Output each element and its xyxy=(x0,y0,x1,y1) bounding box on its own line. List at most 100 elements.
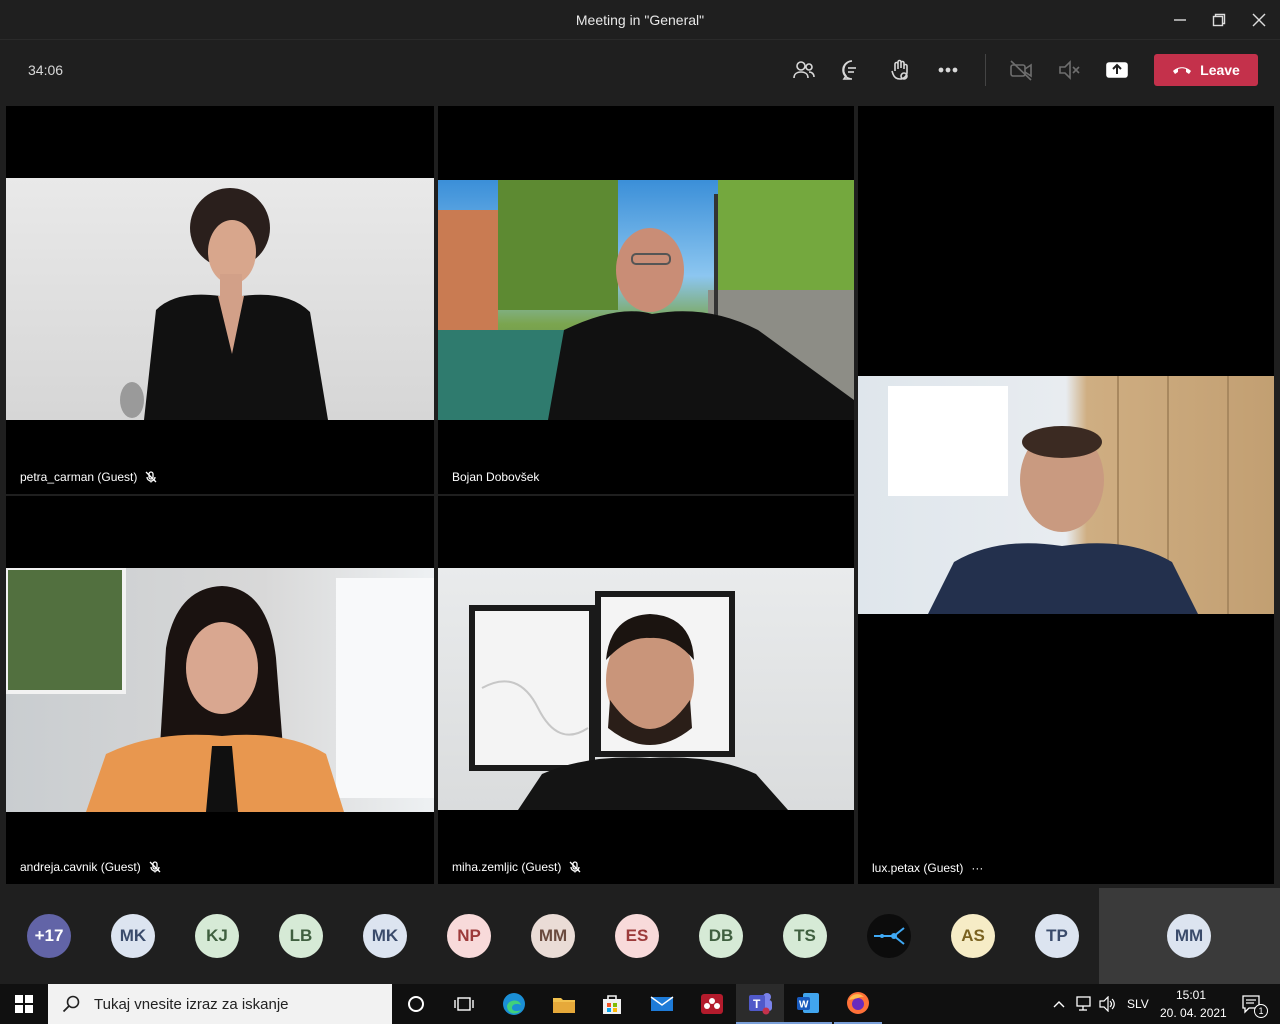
chat-icon xyxy=(842,60,856,80)
muted-mic-icon xyxy=(149,861,161,873)
teams-meeting-window: Meeting in "General" 34:06 Leave petra_c… xyxy=(0,0,1280,1024)
edge-icon xyxy=(503,993,525,1015)
minimize-button[interactable] xyxy=(1160,6,1200,34)
person-silhouette xyxy=(120,188,328,420)
participant-video xyxy=(438,180,854,420)
participant-video xyxy=(438,568,854,810)
participant-video xyxy=(6,568,434,812)
video-tile[interactable]: andreja.cavnik (Guest) xyxy=(6,496,434,884)
action-center-button[interactable]: 1 xyxy=(1232,984,1272,1024)
volume-tray-button[interactable] xyxy=(1096,984,1118,1024)
more-options-icon[interactable]: ··· xyxy=(971,861,983,875)
video-tile[interactable]: Bojan Dobovšek xyxy=(438,106,854,494)
firefox-taskbar-button[interactable] xyxy=(834,984,882,1024)
person-silhouette xyxy=(469,591,788,810)
avatar[interactable]: TP xyxy=(1035,914,1079,958)
video-tile[interactable]: petra_carman (Guest) xyxy=(6,106,434,494)
network-tray-button[interactable] xyxy=(1072,984,1094,1024)
people-icon xyxy=(793,61,815,79)
reactions-button[interactable] xyxy=(882,54,918,86)
video-tile[interactable]: lux.petax (Guest) ··· xyxy=(858,106,1274,884)
share-icon xyxy=(1106,62,1128,78)
avatar[interactable]: ES xyxy=(615,914,659,958)
avatar[interactable]: NP xyxy=(447,914,491,958)
search-placeholder: Tukaj vnesite izraz za iskanje xyxy=(94,995,289,1013)
store-button[interactable] xyxy=(588,984,636,1024)
search-icon xyxy=(62,995,80,1013)
title-bar: Meeting in "General" xyxy=(0,0,1280,40)
task-view-button[interactable] xyxy=(440,984,488,1024)
more-actions-button[interactable] xyxy=(930,54,966,86)
mic-off-icon xyxy=(1059,60,1080,80)
window-title: Meeting in "General" xyxy=(575,12,705,28)
more-icon xyxy=(938,67,958,73)
restore-icon xyxy=(1212,13,1226,27)
camera-off-icon xyxy=(1010,60,1032,81)
mail-icon xyxy=(650,996,674,1011)
camera-toggle-button[interactable] xyxy=(1003,54,1039,86)
word-icon: W xyxy=(797,993,819,1013)
svg-text:T: T xyxy=(753,997,761,1011)
participant-video xyxy=(6,178,434,420)
video-stage: petra_carman (Guest) Bojan Dobovšek lux.… xyxy=(0,102,1280,888)
participant-video xyxy=(858,376,1274,614)
avatar[interactable]: MK xyxy=(363,914,407,958)
close-button[interactable] xyxy=(1239,6,1279,34)
teams-taskbar-button[interactable]: T xyxy=(736,984,784,1024)
share-screen-button[interactable] xyxy=(1099,54,1135,86)
avatar[interactable]: MM xyxy=(531,914,575,958)
avatar[interactable]: KJ xyxy=(195,914,239,958)
start-button[interactable] xyxy=(0,984,48,1024)
clock-time[interactable]: 15:01 xyxy=(1176,988,1206,1002)
cortana-icon xyxy=(408,996,424,1012)
participants-button[interactable] xyxy=(786,54,822,86)
clock-date[interactable]: 20. 04. 2021 xyxy=(1160,1006,1227,1020)
leave-label: Leave xyxy=(1200,62,1240,78)
edge-taskbar-button[interactable] xyxy=(490,984,538,1024)
svg-text:W: W xyxy=(799,1000,809,1011)
person-with-virtual-background xyxy=(438,180,854,420)
avatar[interactable]: DB xyxy=(699,914,743,958)
mute-toggle-button[interactable] xyxy=(1051,54,1087,86)
avatar[interactable]: AS xyxy=(951,914,995,958)
taskbar-search[interactable]: Tukaj vnesite izraz za iskanje xyxy=(48,984,392,1024)
avatar[interactable]: TS xyxy=(783,914,827,958)
toolbar-divider xyxy=(985,54,986,86)
avatar[interactable]: LB xyxy=(279,914,323,958)
avatar-logo[interactable] xyxy=(867,914,911,958)
muted-mic-icon xyxy=(569,861,581,873)
word-taskbar-button[interactable]: W xyxy=(784,984,832,1024)
cortana-button[interactable] xyxy=(392,984,440,1024)
maximize-button[interactable] xyxy=(1199,6,1239,34)
meeting-timer: 34:06 xyxy=(28,62,64,78)
show-hidden-icons-button[interactable] xyxy=(1050,984,1068,1024)
network-status-icon xyxy=(1076,996,1091,1011)
avatar-self[interactable]: MM xyxy=(1167,914,1211,958)
raise-hand-icon xyxy=(891,59,908,80)
notification-badge: 1 xyxy=(1254,1004,1268,1018)
participant-name-label: petra_carman (Guest) xyxy=(20,470,157,484)
participant-name-label: lux.petax (Guest) ··· xyxy=(872,861,984,875)
leave-button[interactable]: Leave xyxy=(1154,54,1258,86)
avatar[interactable]: MK xyxy=(111,914,155,958)
chat-button[interactable] xyxy=(834,54,870,86)
network-icon xyxy=(874,927,905,945)
firefox-icon xyxy=(847,992,869,1014)
participant-name-label: andreja.cavnik (Guest) xyxy=(20,860,161,874)
video-tile[interactable]: miha.zemljic (Guest) xyxy=(438,496,854,884)
input-language-indicator[interactable]: SLV xyxy=(1127,997,1149,1011)
participant-name-label: miha.zemljic (Guest) xyxy=(452,860,581,874)
folder-icon xyxy=(553,998,575,1013)
mail-button[interactable] xyxy=(638,984,686,1024)
windows-taskbar: Tukaj vnesite izraz za iskanje T W SLV 1… xyxy=(0,984,1280,1024)
mendeley-icon xyxy=(701,994,723,1014)
person-silhouette xyxy=(6,568,434,812)
chevron-up-icon xyxy=(1053,1001,1065,1008)
windows-logo-icon xyxy=(15,995,33,1013)
participant-name-label: Bojan Dobovšek xyxy=(452,470,540,484)
file-explorer-button[interactable] xyxy=(540,984,588,1024)
avatar-more-participants[interactable]: +17 xyxy=(27,914,71,958)
minimize-icon xyxy=(1174,19,1186,21)
meeting-toolbar: 34:06 Leave xyxy=(0,40,1280,102)
mendeley-button[interactable] xyxy=(688,984,736,1024)
